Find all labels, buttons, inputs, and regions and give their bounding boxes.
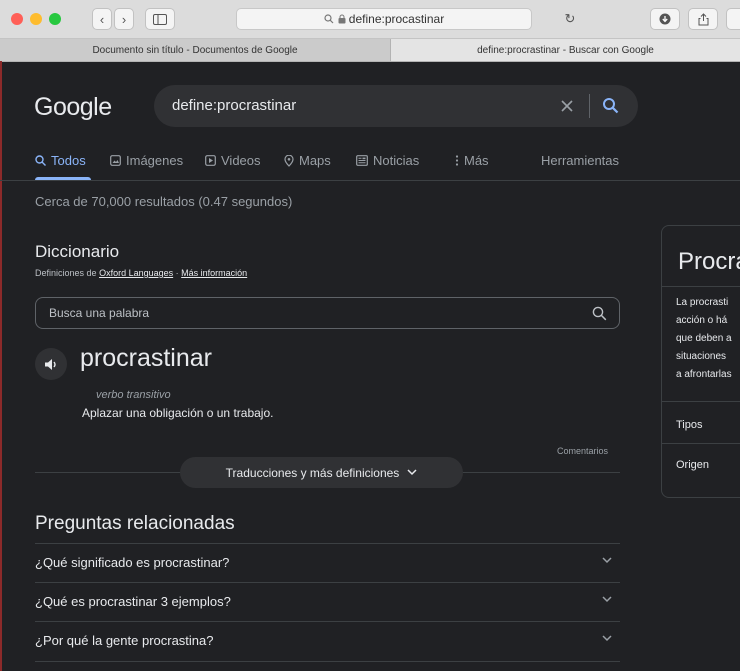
tab-maps[interactable]: Maps [284, 153, 331, 168]
search-icon [35, 155, 46, 166]
sidebar-icon [153, 13, 167, 25]
chevron-down-icon [602, 596, 612, 603]
forward-button[interactable]: › [114, 8, 134, 30]
download-icon [659, 13, 671, 25]
chevron-down-icon [602, 557, 612, 564]
new-tab-button[interactable] [726, 8, 740, 30]
share-button[interactable] [688, 8, 718, 30]
search-icon[interactable] [592, 306, 607, 321]
panel-row-tipos[interactable]: Tipos [676, 419, 703, 431]
minimize-window-button[interactable] [30, 13, 42, 25]
downloads-button[interactable] [650, 8, 680, 30]
related-question[interactable]: ¿Qué significado es procrastinar? [35, 543, 620, 583]
search-divider [589, 94, 590, 118]
related-question[interactable]: ¿Por qué la gente procrastina? [35, 621, 620, 662]
search-input[interactable]: define:procrastinar [172, 97, 296, 114]
tab-label: Imágenes [126, 153, 184, 168]
tab-label: Noticias [373, 153, 420, 168]
source-prefix: Definiciones de [35, 268, 97, 278]
tools-button[interactable]: Herramientas [541, 153, 619, 168]
close-window-button[interactable] [11, 13, 23, 25]
tab-label: Todos [51, 153, 86, 168]
more-info-link[interactable]: Más información [181, 268, 247, 278]
news-icon [356, 155, 368, 166]
panel-text-line: que deben a [676, 333, 732, 344]
feedback-link[interactable]: Comentarios [557, 446, 608, 456]
address-url: define:procastinar [348, 12, 445, 26]
image-icon [110, 155, 121, 166]
panel-divider [662, 401, 740, 402]
panel-text-line: a afrontarlas [676, 369, 732, 380]
video-icon [205, 155, 216, 166]
tools-label: Herramientas [541, 153, 620, 168]
panel-divider [662, 286, 740, 287]
word-search-placeholder: Busca una palabra [49, 306, 150, 320]
reload-button[interactable]: ↻ [560, 8, 580, 30]
tab-google-search[interactable]: define:procrastinar - Buscar con Google [391, 39, 740, 61]
tab-label: Más [464, 153, 489, 168]
more-definitions-button[interactable]: Traducciones y más definiciones [180, 457, 463, 488]
tab-mas[interactable]: Más [455, 153, 489, 168]
panel-row-origen[interactable]: Origen [676, 459, 709, 471]
back-button[interactable]: ‹ [92, 8, 112, 30]
clear-icon[interactable] [560, 99, 574, 113]
search-icon [324, 14, 334, 24]
chevron-down-icon [407, 469, 417, 476]
share-icon [698, 12, 708, 25]
panel-divider [662, 443, 740, 444]
google-logo[interactable]: Google [34, 93, 112, 122]
map-pin-icon [284, 154, 294, 167]
definition: Aplazar una obligación o un trabajo. [82, 406, 274, 420]
tab-label: Maps [299, 153, 331, 168]
word-search-field[interactable]: Busca una palabra [35, 297, 620, 329]
knowledge-panel: Procra La procrasti acción o há que debe… [661, 225, 740, 498]
question-text: ¿Qué significado es procrastinar? [35, 555, 230, 570]
panel-text-line: acción o há [676, 315, 728, 326]
tab-documento[interactable]: Documento sin título - Documentos de Goo… [0, 39, 391, 61]
part-of-speech: verbo transitivo [96, 389, 171, 401]
tab-label: Videos [221, 153, 261, 168]
more-vert-icon [455, 155, 459, 166]
result-stats: Cerca de 70,000 resultados (0.47 segundo… [35, 194, 293, 209]
zoom-window-button[interactable] [49, 13, 61, 25]
question-text: ¿Por qué la gente procrastina? [35, 633, 214, 648]
oxford-languages-link[interactable]: Oxford Languages [99, 268, 173, 278]
speaker-icon [44, 358, 56, 370]
headword: procrastinar [80, 344, 212, 372]
source-separator: · [175, 268, 179, 278]
nav-divider [0, 180, 740, 181]
dictionary-title: Diccionario [35, 242, 120, 261]
chevron-right-icon: › [121, 11, 127, 27]
tab-label: define:procrastinar - Buscar con Google [477, 44, 654, 56]
reload-icon: ↻ [564, 11, 576, 26]
panel-text-line: La procrasti [676, 297, 729, 308]
chevron-down-icon [602, 635, 612, 642]
search-icon[interactable] [602, 97, 619, 114]
tab-todos[interactable]: Todos [35, 153, 86, 168]
related-questions-title: Preguntas relacionadas [35, 513, 235, 534]
question-text: ¿Qué es procrastinar 3 ejemplos? [35, 594, 231, 609]
tab-bar: Documento sin título - Documentos de Goo… [0, 39, 740, 62]
browser-toolbar: ‹ › define:procastinar ↻ [0, 0, 740, 39]
tab-label: Documento sin título - Documentos de Goo… [92, 44, 298, 56]
tab-imagenes[interactable]: Imágenes [110, 153, 183, 168]
knowledge-panel-title: Procra [678, 248, 740, 275]
tab-noticias[interactable]: Noticias [356, 153, 419, 168]
dictionary-source: Definiciones de Oxford Languages · Más i… [35, 268, 247, 278]
search-box[interactable]: define:procrastinar [154, 85, 638, 127]
address-bar[interactable]: define:procastinar [236, 8, 532, 30]
sidebar-button[interactable] [145, 8, 175, 30]
pronunciation-button[interactable] [35, 348, 67, 380]
related-question[interactable]: ¿Qué es procrastinar 3 ejemplos? [35, 582, 620, 622]
chevron-left-icon: ‹ [99, 11, 105, 27]
lock-icon [338, 14, 346, 24]
tab-videos[interactable]: Videos [205, 153, 261, 168]
window-edge [0, 61, 2, 671]
panel-text-line: situaciones [676, 351, 727, 362]
more-definitions-label: Traducciones y más definiciones [225, 465, 400, 480]
